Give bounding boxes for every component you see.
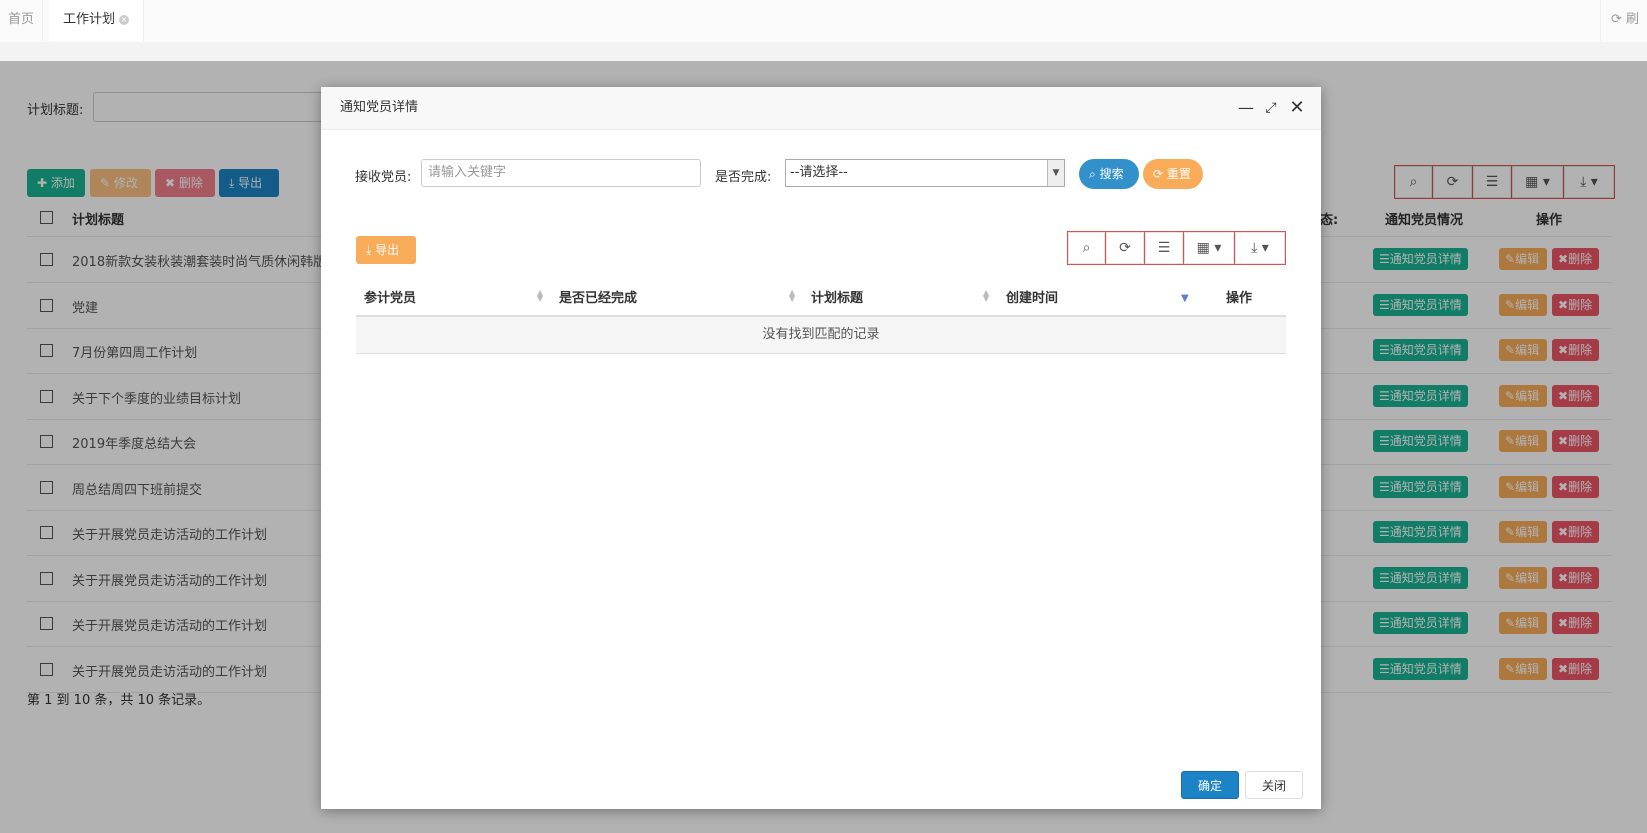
- ok-button[interactable]: 确定: [1181, 771, 1239, 799]
- column-title[interactable]: 计划标题: [811, 287, 863, 306]
- column-done[interactable]: 是否已经完成: [559, 287, 637, 306]
- refresh-tab-button[interactable]: ⟳ 刷: [1600, 0, 1647, 41]
- reset-button[interactable]: ⟳ 重置: [1143, 159, 1203, 189]
- dialog-title: 通知党员详情: [340, 100, 419, 115]
- search-icon: ⌕: [1089, 167, 1096, 181]
- sort-desc-icon: ▼: [1181, 293, 1189, 304]
- done-select[interactable]: --请选择-- ▼: [785, 159, 1065, 187]
- list-icon: ☰: [1157, 240, 1171, 256]
- modal-toolbar-refresh[interactable]: ⟳: [1105, 231, 1145, 265]
- member-label: 接收党员:: [355, 170, 412, 185]
- modal-toolbar-toggle[interactable]: ☰: [1144, 231, 1184, 265]
- chevron-down-icon: ▼: [1047, 160, 1064, 186]
- search-icon: ⌕: [1082, 240, 1091, 256]
- column-created[interactable]: 创建时间: [1006, 287, 1058, 306]
- modal-toolbar-search[interactable]: ⌕: [1067, 231, 1106, 265]
- minimize-icon[interactable]: —: [1235, 97, 1257, 119]
- member-search-input[interactable]: 请输入关键字: [421, 159, 701, 187]
- close-tab-icon[interactable]: ×: [119, 14, 130, 25]
- tab-gap: [0, 42, 1647, 61]
- close-icon[interactable]: ✕: [1286, 97, 1308, 119]
- notify-detail-dialog: 通知党员详情 — ⤢ ✕ 接收党员: 请输入关键字 是否完成: --请选择-- …: [321, 87, 1321, 809]
- tab-home[interactable]: 首页: [0, 0, 44, 41]
- sort-icon: ▲ ▼: [789, 288, 796, 303]
- sort-icon: ▲ ▼: [983, 288, 990, 303]
- sort-icon: ▲ ▼: [537, 288, 544, 303]
- refresh-icon: ⟳: [1611, 12, 1622, 27]
- tab-work-plan[interactable]: 工作计划 ×: [49, 0, 145, 41]
- done-label: 是否完成:: [715, 170, 772, 185]
- modal-export-button[interactable]: ⤓ 导出: [356, 236, 416, 264]
- modal-toolbar-columns[interactable]: ▦ ▾: [1183, 231, 1235, 265]
- download-icon: ⤓: [366, 243, 372, 257]
- column-action: 操作: [1226, 291, 1253, 306]
- grid-icon: ▦ ▾: [1196, 240, 1222, 256]
- modal-toolbar-export[interactable]: ⤓ ▾: [1234, 231, 1286, 265]
- search-button[interactable]: ⌕ 搜索: [1079, 159, 1139, 189]
- tab-bar: 首页 工作计划 × ⟳ 刷: [0, 0, 1647, 43]
- dialog-header: 通知党员详情 — ⤢ ✕: [321, 87, 1321, 130]
- empty-row: 没有找到匹配的记录: [356, 317, 1286, 354]
- column-member[interactable]: 参计党员: [364, 287, 416, 306]
- refresh-icon: ⟳: [1153, 167, 1164, 181]
- download-icon: ⤓ ▾: [1251, 240, 1269, 256]
- maximize-icon[interactable]: ⤢: [1260, 97, 1282, 119]
- close-button[interactable]: 关闭: [1245, 771, 1303, 799]
- refresh-icon: ⟳: [1119, 240, 1131, 256]
